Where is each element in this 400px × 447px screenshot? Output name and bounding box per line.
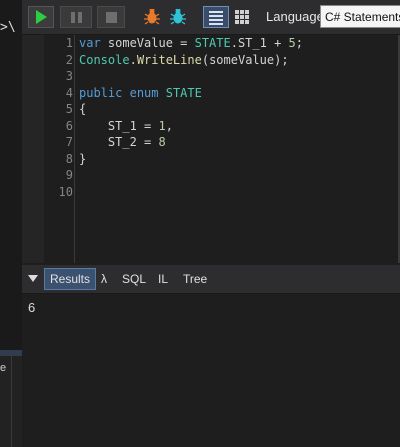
tab-lambda[interactable]: λ <box>96 269 112 289</box>
tab-il[interactable]: IL <box>153 269 173 289</box>
stop-icon <box>106 12 117 23</box>
left-panel-text-bottom: e <box>0 362 7 374</box>
tab-sql[interactable]: SQL <box>117 269 151 289</box>
left-panel: >\ e <box>0 0 22 447</box>
bug-orange-icon[interactable] <box>142 7 162 27</box>
line-number: 4 <box>65 85 73 100</box>
code-token: var <box>79 36 101 50</box>
line-number: 6 <box>65 118 73 133</box>
code-token: 1 <box>158 118 166 133</box>
data-grid-results-button[interactable] <box>232 6 254 28</box>
code-line: { <box>79 101 303 118</box>
stop-button[interactable] <box>97 6 125 28</box>
line-number: 1 <box>65 36 73 50</box>
code-line: ST_1 = 1, <box>79 118 303 135</box>
line-number: 9 <box>65 168 73 182</box>
code-line: var someValue = STATE.ST_1 + 5; <box>79 35 303 52</box>
code-token: , <box>165 118 173 133</box>
code-token: { <box>79 102 87 116</box>
editor-margin <box>22 35 44 263</box>
code-token: . <box>129 52 137 67</box>
line-number: 7 <box>65 135 73 149</box>
pause-button[interactable] <box>60 6 92 28</box>
line-number: 2 <box>65 52 73 67</box>
tab-tree[interactable]: Tree <box>178 269 212 289</box>
code-token: ; <box>295 36 303 50</box>
language-select-value: C# Statements <box>325 10 400 24</box>
left-panel-text: >\ <box>0 20 16 35</box>
toolbar: Language C# Statements <box>22 0 400 35</box>
code-token: someValue = <box>100 36 195 50</box>
code-token: 8 <box>158 135 166 149</box>
output-value: 6 <box>28 300 36 315</box>
code-token: 5 <box>288 36 296 50</box>
chevron-down-icon[interactable] <box>28 275 38 282</box>
code-token: } <box>79 151 87 166</box>
language-select[interactable]: C# Statements <box>320 5 400 28</box>
left-panel-divider <box>11 356 12 447</box>
code-token: WriteLine <box>136 52 202 67</box>
rich-text-results-button[interactable] <box>203 6 229 28</box>
code-token: ST_2 = <box>79 135 159 149</box>
code-token: .ST_1 + <box>230 36 289 50</box>
code-token: STATE <box>165 85 202 100</box>
results-output: 6 <box>22 294 400 447</box>
bug-teal-icon[interactable] <box>168 7 188 27</box>
tab-results[interactable]: Results <box>44 268 97 290</box>
language-label: Language <box>266 9 324 24</box>
line-number: 3 <box>65 69 73 83</box>
gutter-divider <box>74 35 75 263</box>
line-number-gutter: 1 2 3 4 5 6 7 8 9 10 <box>44 35 74 263</box>
line-number: 8 <box>65 151 73 166</box>
code-text[interactable]: var someValue = STATE.ST_1 + 5; Console.W… <box>79 35 303 200</box>
line-number: 5 <box>65 102 73 116</box>
pause-icon-bar <box>78 12 82 23</box>
run-button[interactable] <box>28 6 54 28</box>
code-token: enum <box>129 85 159 100</box>
code-token: (someValue); <box>201 52 289 67</box>
code-token: STATE <box>194 36 231 50</box>
code-token: Console <box>79 52 130 67</box>
play-icon <box>36 10 47 24</box>
results-tab-bar: Results λ SQL IL Tree <box>22 265 400 294</box>
code-line: } <box>79 151 303 168</box>
code-line: public enum STATE <box>79 85 303 102</box>
pause-icon <box>71 12 75 23</box>
left-panel-top: >\ <box>0 0 22 350</box>
code-line: ST_2 = 8 <box>79 134 303 151</box>
code-editor[interactable]: 1 2 3 4 5 6 7 8 9 10 var someValue = STATE.ST_1 +… <box>22 35 400 263</box>
code-line: Console.WriteLine(someValue); <box>79 52 303 69</box>
line-number: 10 <box>58 184 73 199</box>
code-token: public <box>79 85 123 100</box>
code-token: ST_1 = <box>79 118 159 133</box>
